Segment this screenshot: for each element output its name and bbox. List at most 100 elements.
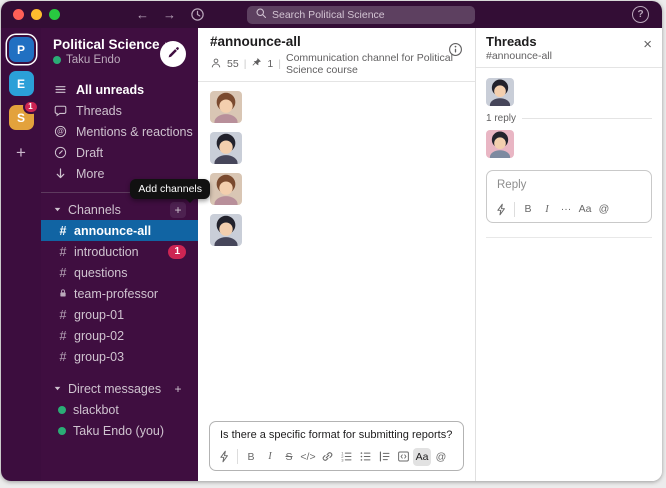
avatar bbox=[486, 78, 514, 106]
channel-item-introduction[interactable]: #introduction1 bbox=[41, 241, 198, 262]
avatar bbox=[210, 91, 242, 123]
arrow-down-icon bbox=[53, 167, 68, 180]
workspace-tile-e[interactable]: E bbox=[9, 71, 34, 96]
bullet-list-icon[interactable] bbox=[356, 448, 374, 466]
ordered-list-icon[interactable]: 123 bbox=[337, 448, 355, 466]
threads-panel-title: Threads bbox=[486, 34, 552, 49]
close-icon[interactable]: × bbox=[643, 37, 652, 52]
dm-item-taku-endo-you-[interactable]: Taku Endo (you) bbox=[41, 420, 198, 441]
blockquote-icon[interactable] bbox=[375, 448, 393, 466]
slack-window: ← → Search Political Science ? PES1 + Po… bbox=[1, 1, 662, 481]
meta-separator: | bbox=[278, 58, 281, 70]
sidebar-item-threads[interactable]: Threads bbox=[41, 100, 198, 121]
history-back-icon[interactable]: ← bbox=[136, 8, 149, 21]
member-count[interactable]: 55 bbox=[227, 58, 239, 70]
channel-name: group-01 bbox=[74, 307, 124, 323]
info-icon[interactable] bbox=[448, 42, 463, 62]
hash-icon: # bbox=[58, 307, 68, 323]
sidebar-item-label: Mentions & reactions bbox=[76, 124, 193, 140]
bold-icon[interactable]: B bbox=[242, 448, 260, 466]
new-message-button[interactable] bbox=[160, 41, 186, 67]
zoom-window-button[interactable] bbox=[49, 9, 60, 20]
code-block-icon[interactable] bbox=[394, 448, 412, 466]
history-clock-icon[interactable] bbox=[190, 7, 205, 22]
unread-badge: 1 bbox=[23, 100, 39, 114]
mention-icon[interactable]: @ bbox=[432, 448, 450, 466]
panel-divider bbox=[486, 237, 652, 238]
pin-icon bbox=[251, 57, 262, 71]
channel-item-group-02[interactable]: #group-02 bbox=[41, 325, 198, 346]
lines-icon bbox=[53, 83, 68, 96]
help-icon[interactable]: ? bbox=[632, 6, 649, 23]
mention-icon[interactable]: @ bbox=[595, 200, 613, 218]
traffic-lights bbox=[13, 9, 60, 20]
zap-icon[interactable] bbox=[215, 448, 233, 466]
minimize-window-button[interactable] bbox=[31, 9, 42, 20]
attach-icon[interactable] bbox=[633, 200, 651, 218]
add-dm-button[interactable]: + bbox=[170, 381, 186, 397]
italic-icon[interactable]: I bbox=[261, 448, 279, 466]
workspace-name: Political Science bbox=[53, 37, 160, 52]
sidebar-item-all-unreads[interactable]: All unreads bbox=[41, 79, 198, 100]
pin-count[interactable]: 1 bbox=[267, 58, 273, 70]
emoji-icon[interactable] bbox=[614, 200, 632, 218]
section-chevron-icon bbox=[53, 382, 62, 396]
dm-item-slackbot[interactable]: slackbot bbox=[41, 399, 198, 420]
svg-text:@: @ bbox=[57, 129, 64, 136]
unread-badge: 1 bbox=[168, 245, 186, 259]
channels-section-header[interactable]: Channels + Add channels bbox=[41, 199, 198, 220]
add-workspace-button[interactable]: + bbox=[16, 143, 26, 163]
reply-input[interactable]: Reply bbox=[487, 171, 651, 197]
sidebar-item-label: All unreads bbox=[76, 82, 144, 98]
channel-name: introduction bbox=[74, 244, 139, 260]
channel-title[interactable]: #announce-all bbox=[210, 34, 463, 49]
current-user-name: Taku Endo bbox=[66, 54, 120, 66]
avatar bbox=[210, 214, 242, 246]
message-input[interactable]: Is there a specific format for submittin… bbox=[210, 422, 463, 444]
channel-name: questions bbox=[74, 265, 128, 281]
reply-toolbar: BI···Aa@ bbox=[487, 197, 651, 222]
channels-header-label: Channels bbox=[68, 203, 121, 217]
reply-divider bbox=[522, 118, 652, 119]
sidebar-item-label: Threads bbox=[76, 103, 122, 119]
message-composer: Is there a specific format for submittin… bbox=[209, 421, 464, 471]
code-icon[interactable]: </> bbox=[299, 448, 317, 466]
channel-item-group-01[interactable]: # group-01 bbox=[41, 304, 198, 325]
presence-dot-icon bbox=[58, 406, 66, 414]
bold-icon[interactable]: B bbox=[519, 200, 537, 218]
message bbox=[210, 132, 463, 164]
history-forward-icon[interactable]: → bbox=[163, 8, 176, 21]
more-icon[interactable]: ··· bbox=[557, 200, 575, 218]
search-input[interactable]: Search Political Science bbox=[247, 6, 475, 24]
at-icon: @ bbox=[53, 125, 68, 138]
format-icon[interactable]: Aa bbox=[576, 200, 594, 218]
channel-topic[interactable]: Communication channel for Political Scie… bbox=[286, 52, 463, 76]
format-icon[interactable]: Aa bbox=[413, 448, 431, 466]
workspace-tile-p[interactable]: P bbox=[9, 37, 34, 62]
sidebar-item-mentions-reactions[interactable]: @ Mentions & reactions bbox=[41, 121, 198, 142]
draft-icon bbox=[53, 146, 68, 159]
channel-name: group-03 bbox=[74, 349, 124, 365]
channel-item-team-professor[interactable]: team-professor bbox=[41, 283, 198, 304]
composer-toolbar: BIS</> 123 Aa@ bbox=[210, 444, 463, 470]
workspace-tile-s[interactable]: S1 bbox=[9, 105, 34, 130]
add-channel-button[interactable]: + bbox=[170, 202, 186, 218]
thread-content: 1 reply Reply BI···Aa@ bbox=[476, 68, 662, 481]
toolbar-divider bbox=[237, 449, 238, 464]
channel-item-announce-all[interactable]: #announce-all bbox=[41, 220, 198, 241]
avatar bbox=[210, 173, 242, 205]
zap-icon[interactable] bbox=[492, 200, 510, 218]
emoji-icon[interactable] bbox=[451, 448, 469, 466]
dm-section-header[interactable]: Direct messages + bbox=[41, 378, 198, 399]
search-icon bbox=[255, 7, 267, 22]
window-titlebar: ← → Search Political Science ? bbox=[1, 1, 662, 28]
sidebar-item-draft[interactable]: Draft bbox=[41, 142, 198, 163]
strike-icon[interactable]: S bbox=[280, 448, 298, 466]
channel-item-group-03[interactable]: # group-03 bbox=[41, 346, 198, 367]
channel-item-questions[interactable]: #questions bbox=[41, 262, 198, 283]
close-window-button[interactable] bbox=[13, 9, 24, 20]
message bbox=[486, 130, 652, 158]
link-icon[interactable] bbox=[318, 448, 336, 466]
italic-icon[interactable]: I bbox=[538, 200, 556, 218]
hash-icon: # bbox=[58, 349, 68, 365]
